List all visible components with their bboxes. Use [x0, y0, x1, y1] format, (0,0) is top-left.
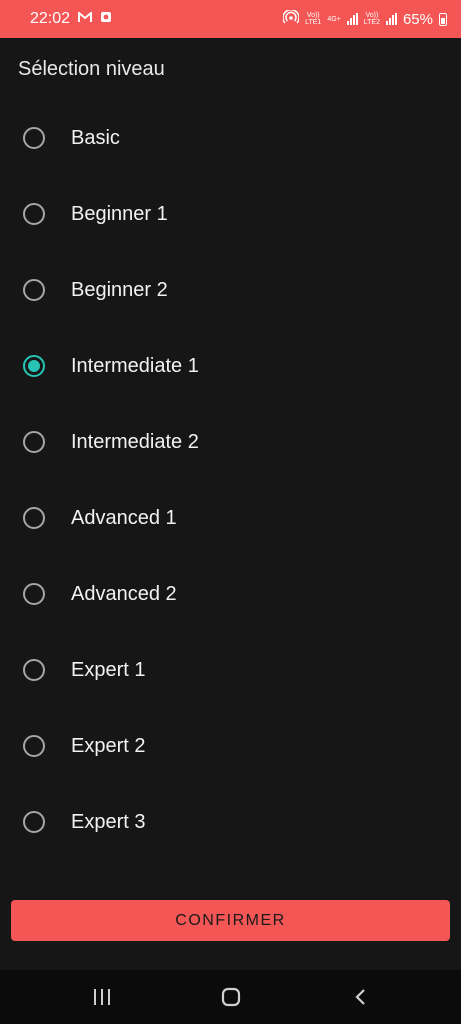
hotspot-icon [282, 8, 300, 28]
battery-icon [439, 12, 447, 26]
level-option-expert-3[interactable]: Expert 3 [0, 792, 461, 852]
level-option-advanced-2[interactable]: Advanced 2 [0, 564, 461, 624]
level-option-expert-1[interactable]: Expert 1 [0, 640, 461, 700]
gmail-icon [78, 10, 93, 28]
level-option-label: Advanced 2 [71, 582, 177, 605]
page-title: Sélection niveau [18, 58, 165, 80]
radio-button[interactable] [23, 431, 45, 453]
network-type: 4G+ [327, 16, 340, 23]
status-time: 22:02 [30, 10, 71, 27]
level-option-expert-2[interactable]: Expert 2 [0, 716, 461, 776]
sim1-status: Vo)) LTE1 [305, 12, 321, 26]
home-icon[interactable] [216, 982, 246, 1012]
level-option-label: Basic [71, 126, 120, 149]
level-option-basic[interactable]: Basic [0, 108, 461, 168]
level-option-label: Intermediate 2 [71, 430, 199, 453]
level-option-intermediate-1[interactable]: Intermediate 1 [0, 336, 461, 396]
level-option-label: Intermediate 1 [71, 354, 199, 377]
radio-button[interactable] [23, 127, 45, 149]
notification-icon [100, 10, 112, 28]
radio-button[interactable] [23, 811, 45, 833]
sim2-volte-label: Vo)) [365, 12, 379, 19]
status-bar: 22:02 Vo)) LTE1 4G+ Vo)) LTE2 65% [0, 0, 461, 38]
confirm-button[interactable]: CONFIRMER [11, 900, 450, 941]
level-option-label: Beginner 1 [71, 202, 168, 225]
sim1-lte-label: LTE1 [305, 19, 322, 26]
sim2-status: Vo)) LTE2 [364, 12, 380, 26]
network-type-label: 4G+ [327, 15, 341, 23]
signal-1-icon [346, 13, 358, 25]
radio-button-checked[interactable] [23, 355, 45, 377]
level-option-beginner-1[interactable]: Beginner 1 [0, 184, 461, 244]
radio-button[interactable] [23, 279, 45, 301]
signal-2-icon [385, 13, 397, 25]
level-option-label: Expert 1 [71, 658, 146, 681]
level-option-intermediate-2[interactable]: Intermediate 2 [0, 412, 461, 472]
radio-button[interactable] [23, 735, 45, 757]
battery-percent: 65% [402, 10, 433, 28]
level-option-beginner-2[interactable]: Beginner 2 [0, 260, 461, 320]
level-option-label: Advanced 1 [71, 506, 177, 529]
back-icon[interactable] [346, 982, 376, 1012]
sim2-lte-label: LTE2 [363, 19, 380, 26]
level-option-advanced-1[interactable]: Advanced 1 [0, 488, 461, 548]
radio-button[interactable] [23, 583, 45, 605]
level-option-label: Expert 2 [71, 734, 146, 757]
radio-button[interactable] [23, 659, 45, 681]
radio-button[interactable] [23, 203, 45, 225]
level-option-label: Beginner 2 [71, 278, 168, 301]
sim1-volte-label: Vo)) [306, 12, 320, 19]
recent-apps-icon[interactable] [87, 982, 117, 1012]
navigation-bar [0, 970, 461, 1024]
radio-button[interactable] [23, 507, 45, 529]
level-option-label: Expert 3 [71, 810, 146, 833]
